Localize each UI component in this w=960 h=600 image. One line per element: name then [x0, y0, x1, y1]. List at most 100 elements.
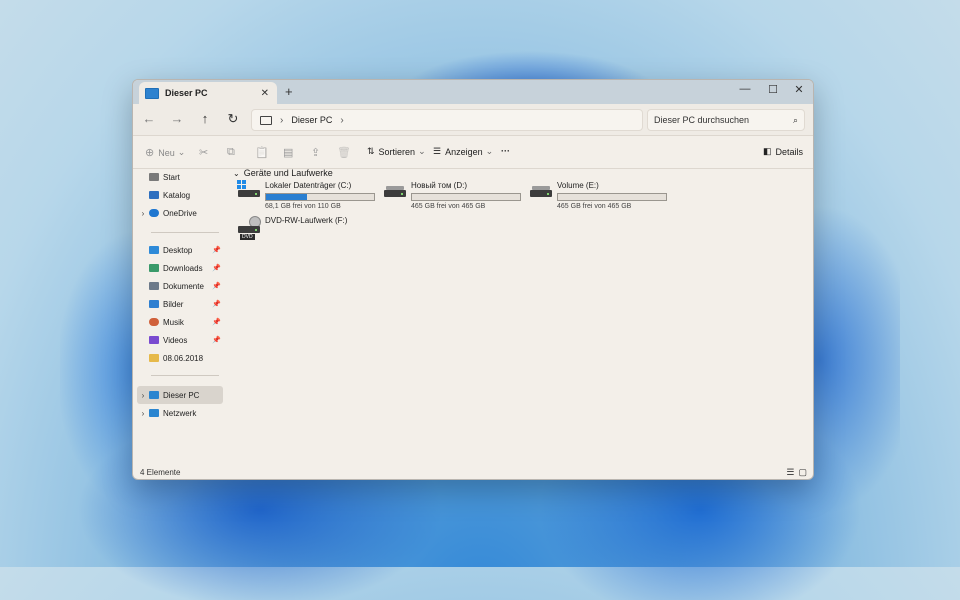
- sidebar-item-netzwerk[interactable]: › Netzwerk: [137, 404, 223, 422]
- pin-icon[interactable]: 📌: [212, 336, 221, 344]
- tab-dieser-pc[interactable]: Dieser PC ✕: [139, 82, 277, 104]
- pin-icon[interactable]: 📌: [212, 246, 221, 254]
- sidebar-item-label: OneDrive: [163, 208, 197, 218]
- chevron-right-icon[interactable]: ›: [137, 209, 149, 218]
- more-options-button[interactable]: ···: [501, 146, 510, 156]
- title-bar: Dieser PC ✕ + — ☐ ✕: [133, 80, 813, 104]
- sort-icon: ⇅: [367, 146, 375, 156]
- pin-icon[interactable]: 📌: [212, 318, 221, 326]
- chevron-right-icon[interactable]: ›: [137, 391, 149, 400]
- sidebar-item-dieser-pc[interactable]: › Dieser PC: [137, 386, 223, 404]
- address-field[interactable]: › Dieser PC ›: [251, 109, 643, 131]
- group-title: Geräte und Laufwerke: [243, 168, 333, 178]
- sidebar-item-label: Dokumente: [163, 281, 204, 291]
- sidebar-item-onedrive[interactable]: › OneDrive: [137, 204, 223, 222]
- details-view-icon[interactable]: ☰: [786, 467, 794, 478]
- refresh-button[interactable]: ↻: [225, 111, 241, 127]
- dvd-badge: DVD: [240, 234, 255, 240]
- address-bar-row: ← → ↑ ↻ › Dieser PC › Dieser PC durchsuc…: [133, 104, 813, 136]
- usage-bar-fill: [266, 194, 308, 200]
- chevron-down-icon: ⌄: [418, 146, 426, 156]
- desktop-icon: [149, 246, 159, 254]
- drive-name: Lokaler Datenträger (C:): [265, 181, 352, 190]
- group-header-devices[interactable]: ⌄ Geräte und Laufwerke: [233, 168, 333, 178]
- pin-icon[interactable]: 📌: [212, 300, 221, 308]
- sidebar-item-label: Videos: [163, 335, 188, 345]
- usage-bar: [557, 193, 667, 201]
- drive-d[interactable]: Новый том (D:) 465 GB frei von 465 GB: [383, 181, 521, 210]
- sidebar-item-dokumente[interactable]: Dokumente 📌: [137, 277, 223, 295]
- tiles-view-icon[interactable]: ▢: [798, 467, 807, 478]
- forward-button[interactable]: →: [169, 111, 185, 126]
- chevron-down-icon: ⌄: [177, 147, 186, 157]
- drive-free-space: 68,1 GB frei von 110 GB: [265, 203, 341, 210]
- cloud-icon: [149, 209, 159, 217]
- breadcrumb-dieser-pc[interactable]: Dieser PC: [291, 115, 332, 125]
- details-button[interactable]: ◧ Details: [763, 146, 803, 157]
- network-icon: [149, 409, 159, 417]
- sidebar-divider: [151, 232, 219, 233]
- sidebar-item-label: Desktop: [163, 245, 193, 255]
- sidebar-item-start[interactable]: Start: [137, 168, 223, 186]
- cut-icon[interactable]: ✂: [199, 146, 208, 159]
- chevron-right-icon[interactable]: ›: [280, 115, 283, 126]
- drive-c[interactable]: Lokaler Datenträger (C:) 68,1 GB frei vo…: [237, 180, 375, 210]
- new-button[interactable]: ⊕ Neu ⌄: [145, 146, 185, 159]
- view-button[interactable]: ☰ Anzeigen ⌄: [433, 146, 493, 157]
- sidebar-item-label: Start: [163, 172, 180, 182]
- sidebar-item-desktop[interactable]: Desktop 📌: [137, 241, 223, 259]
- pin-icon[interactable]: 📌: [212, 264, 221, 272]
- up-button[interactable]: ↑: [197, 111, 213, 126]
- drive-e[interactable]: Volume (E:) 465 GB frei von 465 GB: [529, 181, 667, 210]
- drive-icon: [383, 181, 406, 199]
- paste-icon[interactable]: 📋: [255, 146, 269, 159]
- pc-icon: [145, 87, 159, 99]
- content-area: ⌄ Geräte und Laufwerke Lokaler Datenträg…: [233, 168, 813, 465]
- sidebar-item-folder-08-06-2018[interactable]: 08.06.2018: [137, 349, 223, 367]
- rename-icon[interactable]: ▤: [283, 146, 293, 159]
- maximize-button[interactable]: ☐: [763, 83, 783, 96]
- pin-icon[interactable]: 📌: [212, 282, 221, 290]
- close-button[interactable]: ✕: [789, 83, 809, 96]
- sidebar-divider: [151, 375, 219, 376]
- chevron-down-icon[interactable]: ⌄: [233, 169, 240, 178]
- new-tab-button[interactable]: +: [285, 84, 293, 99]
- sidebar-item-label: Bilder: [163, 299, 184, 309]
- sidebar-item-downloads[interactable]: Downloads 📌: [137, 259, 223, 277]
- share-icon[interactable]: ⇪: [311, 146, 320, 159]
- command-bar: ⊕ Neu ⌄ ✂ ⧉ 📋 ▤ ⇪ 🗑 ⇅ Sortieren ⌄ ☰ Anze…: [133, 136, 813, 169]
- sidebar-item-musik[interactable]: Musik 📌: [137, 313, 223, 331]
- folder-icon: [149, 354, 159, 362]
- minimize-button[interactable]: —: [735, 83, 755, 95]
- search-icon[interactable]: ⌕: [793, 115, 798, 126]
- close-tab-icon[interactable]: ✕: [261, 88, 269, 99]
- sort-button[interactable]: ⇅ Sortieren ⌄: [367, 146, 426, 157]
- download-icon: [149, 264, 159, 272]
- sidebar-item-bilder[interactable]: Bilder 📌: [137, 295, 223, 313]
- dvd-drive-icon: DVD: [237, 216, 261, 240]
- view-label: Anzeigen: [445, 146, 483, 157]
- drive-f-dvd[interactable]: DVD DVD-RW-Laufwerk (F:): [237, 216, 375, 244]
- drive-name: DVD-RW-Laufwerk (F:): [265, 216, 348, 225]
- file-explorer-window: Dieser PC ✕ + — ☐ ✕ ← → ↑ ↻ › Dieser PC …: [132, 79, 814, 480]
- copy-icon[interactable]: ⧉: [227, 146, 235, 159]
- sidebar-item-label: Netzwerk: [163, 408, 197, 418]
- sidebar-item-katalog[interactable]: Katalog: [137, 186, 223, 204]
- pc-icon: [149, 391, 159, 399]
- drive-free-space: 465 GB frei von 465 GB: [411, 203, 486, 210]
- windows-logo-icon: [237, 180, 246, 189]
- sidebar-item-videos[interactable]: Videos 📌: [137, 331, 223, 349]
- pictures-icon: [149, 300, 159, 308]
- sidebar-item-label: Musik: [163, 317, 184, 327]
- search-input[interactable]: Dieser PC durchsuchen ⌕: [647, 109, 805, 131]
- pc-icon: [260, 115, 272, 125]
- chevron-right-icon[interactable]: ›: [137, 409, 149, 418]
- back-button[interactable]: ←: [141, 111, 157, 126]
- sidebar-item-label: Downloads: [163, 263, 203, 273]
- music-icon: [149, 318, 159, 326]
- item-count: 4 Elemente: [140, 468, 181, 477]
- new-label: Neu: [158, 147, 175, 158]
- chevron-right-icon[interactable]: ›: [340, 115, 343, 126]
- videos-icon: [149, 336, 159, 344]
- delete-icon[interactable]: 🗑: [337, 146, 351, 159]
